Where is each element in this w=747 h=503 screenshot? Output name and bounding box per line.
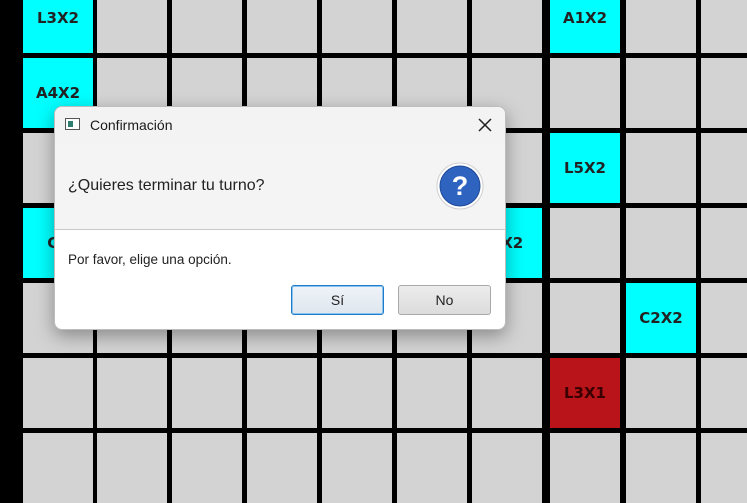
board-cell[interactable] bbox=[472, 433, 542, 503]
board-cell[interactable] bbox=[550, 208, 620, 278]
board-cell[interactable]: C2X2 bbox=[626, 283, 696, 353]
board-cell[interactable] bbox=[97, 0, 167, 53]
yes-button[interactable]: Sí bbox=[291, 285, 384, 315]
no-button[interactable]: No bbox=[398, 285, 491, 315]
board-cell[interactable]: L5X2 bbox=[550, 133, 620, 203]
board-cell[interactable] bbox=[397, 358, 467, 428]
board-cell[interactable] bbox=[701, 433, 747, 503]
board-cell[interactable] bbox=[172, 0, 242, 53]
board-cell[interactable] bbox=[322, 358, 392, 428]
board-cell[interactable] bbox=[23, 358, 93, 428]
board-cell[interactable]: A1X2 bbox=[550, 0, 620, 53]
board-cell[interactable]: L3X2 bbox=[23, 0, 93, 53]
confirmation-dialog: Confirmación ¿Quieres terminar tu turno?… bbox=[54, 106, 506, 330]
board-cell[interactable] bbox=[322, 0, 392, 53]
board-cell[interactable] bbox=[701, 283, 747, 353]
dialog-question: ¿Quieres terminar tu turno? bbox=[68, 177, 265, 194]
board-cell[interactable] bbox=[550, 283, 620, 353]
board-cell[interactable] bbox=[172, 358, 242, 428]
board-cell[interactable] bbox=[322, 433, 392, 503]
board-cell[interactable] bbox=[626, 433, 696, 503]
board-cell[interactable] bbox=[23, 433, 93, 503]
dialog-content: Por favor, elige una opción. bbox=[68, 252, 232, 267]
svg-text:?: ? bbox=[452, 171, 469, 201]
board-cell[interactable] bbox=[172, 433, 242, 503]
board-cell[interactable] bbox=[472, 358, 542, 428]
board-cell[interactable] bbox=[626, 133, 696, 203]
board-cell[interactable] bbox=[701, 58, 747, 128]
close-button[interactable] bbox=[473, 113, 497, 137]
board-cell[interactable] bbox=[550, 433, 620, 503]
board-cell[interactable]: L3X1 bbox=[550, 358, 620, 428]
dialog-header: ¿Quieres terminar tu turno? ? bbox=[55, 143, 505, 230]
board-cell[interactable] bbox=[247, 433, 317, 503]
close-icon bbox=[478, 118, 492, 132]
board-cell[interactable] bbox=[472, 0, 542, 53]
dialog-title: Confirmación bbox=[90, 117, 173, 133]
board-cell[interactable] bbox=[626, 0, 696, 53]
board-cell[interactable] bbox=[701, 133, 747, 203]
board-cell[interactable] bbox=[701, 358, 747, 428]
board-cell[interactable] bbox=[626, 208, 696, 278]
app-window-icon bbox=[65, 118, 80, 130]
board-cell[interactable] bbox=[550, 58, 620, 128]
board-cell[interactable] bbox=[626, 58, 696, 128]
dialog-titlebar: Confirmación bbox=[55, 107, 505, 143]
board-cell[interactable] bbox=[247, 358, 317, 428]
board-cell[interactable] bbox=[701, 0, 747, 53]
board-cell[interactable] bbox=[247, 0, 317, 53]
board-cell[interactable] bbox=[397, 433, 467, 503]
board-cell[interactable] bbox=[97, 433, 167, 503]
question-icon: ? bbox=[436, 162, 484, 210]
board-cell[interactable] bbox=[97, 358, 167, 428]
board-cell[interactable] bbox=[701, 208, 747, 278]
board-cell[interactable] bbox=[626, 358, 696, 428]
board-cell[interactable] bbox=[397, 0, 467, 53]
